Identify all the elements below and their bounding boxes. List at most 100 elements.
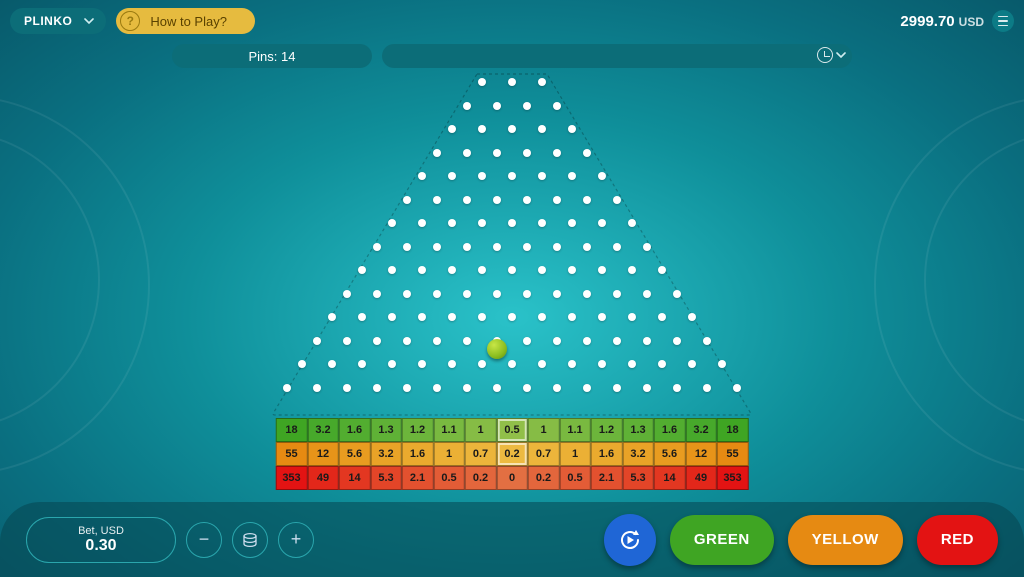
- pin: [328, 360, 336, 368]
- pin: [388, 313, 396, 321]
- pin: [403, 384, 411, 392]
- pin: [583, 337, 591, 345]
- pin: [598, 219, 606, 227]
- pin: [448, 219, 456, 227]
- pin: [328, 313, 336, 321]
- pin: [418, 172, 426, 180]
- pin: [493, 243, 501, 251]
- payout-cell: 12: [307, 442, 339, 466]
- pin: [448, 313, 456, 321]
- pin: [538, 172, 546, 180]
- drop-red-button[interactable]: RED: [917, 515, 998, 565]
- bet-preset-button[interactable]: [232, 522, 268, 558]
- pin: [373, 290, 381, 298]
- pin: [523, 196, 531, 204]
- bet-amount-display[interactable]: Bet, USD 0.30: [26, 517, 176, 563]
- pin: [568, 266, 576, 274]
- pin: [403, 243, 411, 251]
- pin: [598, 172, 606, 180]
- how-to-play-button[interactable]: ? How to Play?: [116, 8, 255, 34]
- pin: [508, 219, 516, 227]
- pin: [358, 313, 366, 321]
- payout-cell: 1: [559, 442, 591, 466]
- payout-cell: 0.5: [496, 418, 528, 442]
- pin: [688, 313, 696, 321]
- pin: [568, 360, 576, 368]
- pin: [628, 266, 636, 274]
- pin: [388, 360, 396, 368]
- pin: [463, 243, 471, 251]
- pin: [433, 384, 441, 392]
- pin: [538, 360, 546, 368]
- pin: [643, 290, 651, 298]
- pin: [478, 125, 486, 133]
- pin: [568, 172, 576, 180]
- pin: [373, 384, 381, 392]
- drop-yellow-button[interactable]: YELLOW: [788, 515, 903, 565]
- pin: [613, 243, 621, 251]
- pin: [433, 196, 441, 204]
- payout-cell: 3.2: [307, 418, 339, 442]
- plinko-board: [267, 72, 757, 417]
- payout-cell: 1.3: [370, 418, 402, 442]
- pin: [388, 266, 396, 274]
- pin: [553, 196, 561, 204]
- pin: [463, 384, 471, 392]
- pin: [358, 360, 366, 368]
- game-name-label: PLINKO: [24, 14, 72, 28]
- pin: [448, 360, 456, 368]
- payout-cell: 55: [717, 442, 749, 466]
- pin: [598, 313, 606, 321]
- pin: [568, 219, 576, 227]
- pin: [583, 290, 591, 298]
- pin: [538, 313, 546, 321]
- payout-cell: 0.2: [528, 466, 560, 490]
- pin: [523, 243, 531, 251]
- payout-cell: 0.5: [559, 466, 591, 490]
- bet-increase-button[interactable]: +: [278, 522, 314, 558]
- pin: [478, 78, 486, 86]
- pin: [523, 102, 531, 110]
- payout-cell: 18: [276, 418, 308, 442]
- pin: [643, 337, 651, 345]
- pin: [313, 337, 321, 345]
- pin: [733, 384, 741, 392]
- pin: [343, 290, 351, 298]
- question-icon: ?: [120, 11, 140, 31]
- pin: [373, 337, 381, 345]
- pin: [523, 149, 531, 157]
- game-select-dropdown[interactable]: PLINKO: [10, 8, 106, 34]
- payout-cell: 3.2: [685, 418, 717, 442]
- drop-green-button[interactable]: GREEN: [670, 515, 774, 565]
- payout-cell: 5.6: [654, 442, 686, 466]
- pin: [493, 384, 501, 392]
- history-toggle[interactable]: [817, 47, 846, 63]
- pin: [598, 266, 606, 274]
- bet-decrease-button[interactable]: −: [186, 522, 222, 558]
- payout-cell: 1.3: [622, 418, 654, 442]
- pin: [508, 78, 516, 86]
- payout-cell: 0.2: [465, 466, 497, 490]
- menu-button[interactable]: [992, 10, 1014, 32]
- pin: [688, 360, 696, 368]
- payout-cell: 0.7: [465, 442, 497, 466]
- pin: [463, 290, 471, 298]
- pin: [628, 219, 636, 227]
- payout-cell: 2.1: [402, 466, 434, 490]
- pin: [508, 172, 516, 180]
- pin: [388, 219, 396, 227]
- pin: [343, 384, 351, 392]
- auto-play-button[interactable]: [604, 514, 656, 566]
- payout-cell: 14: [339, 466, 371, 490]
- pin: [673, 290, 681, 298]
- pins-selector[interactable]: Pins: 14: [172, 44, 372, 68]
- pin: [463, 149, 471, 157]
- pin: [658, 313, 666, 321]
- pin: [583, 149, 591, 157]
- payout-grid: 183.21.61.31.21.110.511.11.21.31.63.2185…: [276, 418, 749, 490]
- pins-label: Pins: 14: [249, 49, 296, 64]
- pin: [403, 196, 411, 204]
- payout-cell: 353: [717, 466, 749, 490]
- pin: [538, 219, 546, 227]
- balance-currency: USD: [959, 15, 984, 29]
